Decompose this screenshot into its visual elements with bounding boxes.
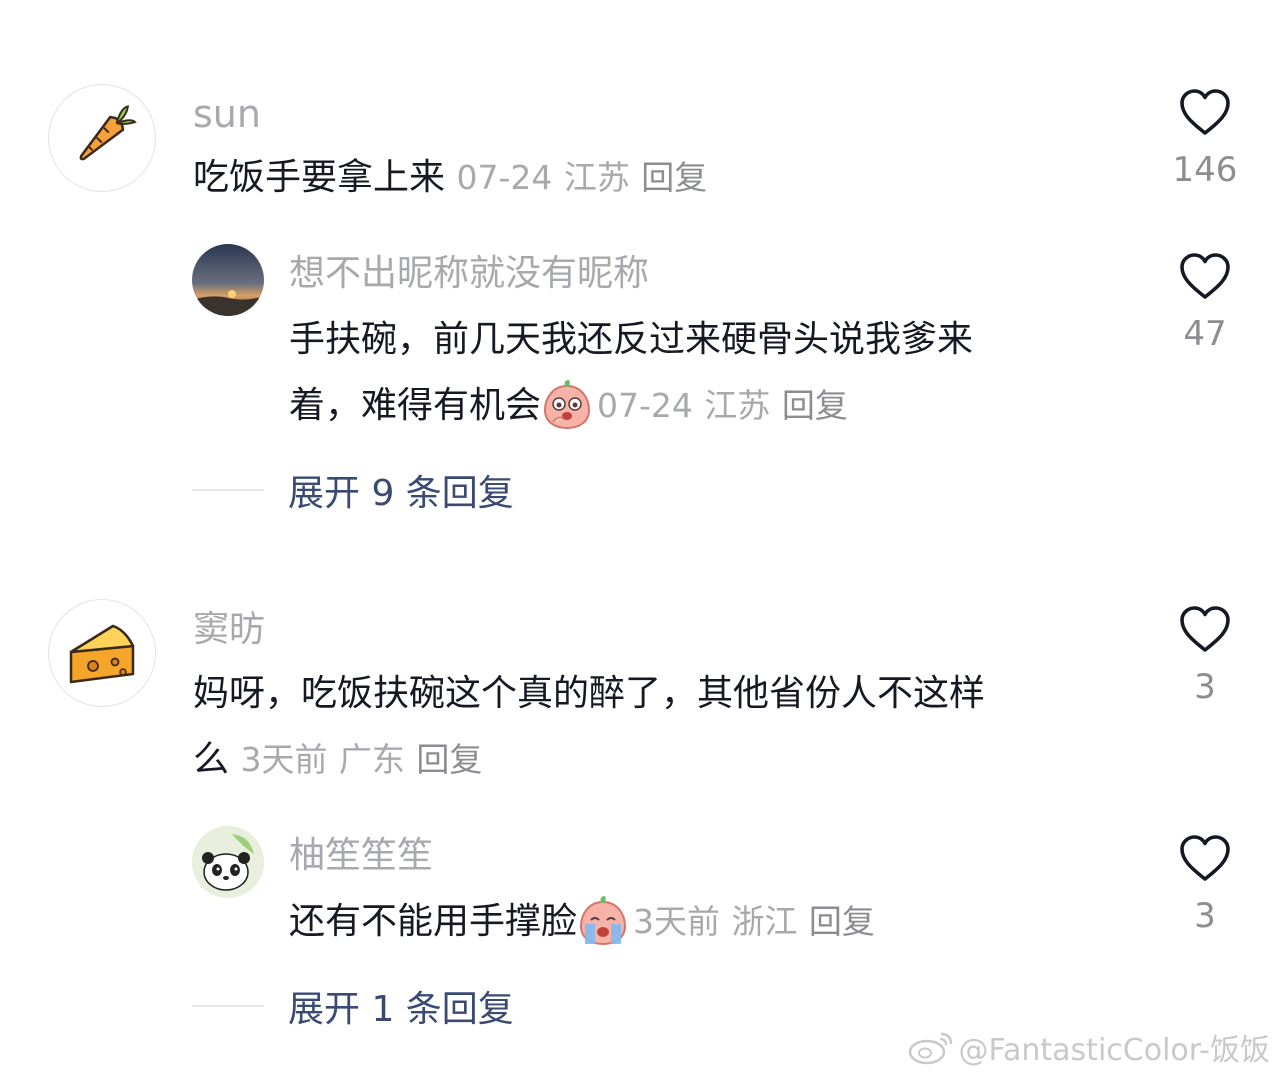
shy-peach-emoji: [544, 380, 591, 430]
heart-icon: [1180, 835, 1230, 881]
divider-line: [192, 489, 264, 491]
comment-location: 广东: [338, 740, 405, 779]
reply-text-line2: 着，难得有机会 07-24 江苏 回复: [289, 374, 848, 438]
reply-text: 还有不能用手撑脸 3天前 浙江 回复: [289, 890, 875, 954]
comment-text-line2: 么 3天前 广东 回复: [193, 728, 482, 792]
cheese-icon: [69, 624, 135, 684]
heart-icon: [1180, 89, 1230, 135]
like-count: 47: [1183, 314, 1227, 354]
reply-body: 着，难得有机会: [289, 385, 542, 426]
reply-button[interactable]: 回复: [809, 902, 875, 941]
reply-body: 还有不能用手撑脸: [289, 901, 578, 942]
like-count: 3: [1194, 896, 1216, 936]
reply-username[interactable]: 柚笙笙笙: [289, 834, 433, 878]
expand-replies-button[interactable]: 展开 9 条回复: [192, 465, 514, 515]
reply-button[interactable]: 回复: [782, 386, 848, 425]
weibo-logo-icon: [908, 1032, 952, 1065]
avatar-reply-user[interactable]: [192, 826, 264, 898]
comment-date: 07-24: [456, 158, 553, 197]
like-count: 146: [1172, 150, 1238, 190]
reply-button[interactable]: 回复: [641, 158, 707, 197]
comment-date: 3天前: [240, 740, 328, 779]
like-button[interactable]: 47: [1165, 252, 1245, 354]
comment-text-line1: 妈呀，吃饭扶碗这个真的醉了，其他省份人不这样: [193, 673, 986, 714]
expand-replies-button[interactable]: 展开 1 条回复: [192, 981, 514, 1031]
comment-body: 么: [193, 739, 230, 780]
reply-text-line1: 手扶碗，前几天我还反过来硬骨头说我爹来: [289, 319, 974, 360]
comment-text: 吃饭手要拿上来 07-24 江苏 回复: [193, 146, 707, 210]
expand-replies-label: 展开 9 条回复: [288, 473, 514, 514]
reply-username[interactable]: 想不出昵称就没有昵称: [289, 252, 649, 296]
sunset-photo-avatar: [192, 244, 264, 316]
like-button[interactable]: 3: [1165, 834, 1245, 936]
like-button[interactable]: 3: [1165, 605, 1245, 707]
expand-replies-label: 展开 1 条回复: [288, 989, 514, 1030]
username[interactable]: 窦昉: [193, 608, 265, 652]
panda-avatar: [192, 826, 264, 898]
avatar-reply-user[interactable]: [192, 244, 264, 316]
crying-peach-emoji: [580, 896, 627, 946]
carrot-icon: [79, 105, 137, 161]
heart-icon: [1180, 606, 1230, 652]
divider-line: [192, 1005, 264, 1007]
avatar-sun[interactable]: [48, 84, 156, 192]
watermark: @FantasticColor-饭饭: [907, 1025, 1271, 1069]
comment-location: 江苏: [563, 158, 630, 197]
comment-body: 吃饭手要拿上来: [193, 157, 446, 198]
reply-location: 浙江: [731, 902, 798, 941]
like-count: 3: [1194, 667, 1216, 707]
watermark-text: @FantasticColor-饭饭: [958, 1033, 1271, 1068]
heart-icon: [1180, 253, 1230, 299]
avatar-doufang[interactable]: [48, 599, 156, 707]
like-button[interactable]: 146: [1165, 88, 1245, 190]
reply-date: 07-24: [597, 386, 693, 425]
reply-location: 江苏: [704, 386, 771, 425]
username[interactable]: sun: [193, 92, 261, 136]
reply-date: 3天前: [633, 902, 721, 941]
reply-button[interactable]: 回复: [416, 740, 482, 779]
